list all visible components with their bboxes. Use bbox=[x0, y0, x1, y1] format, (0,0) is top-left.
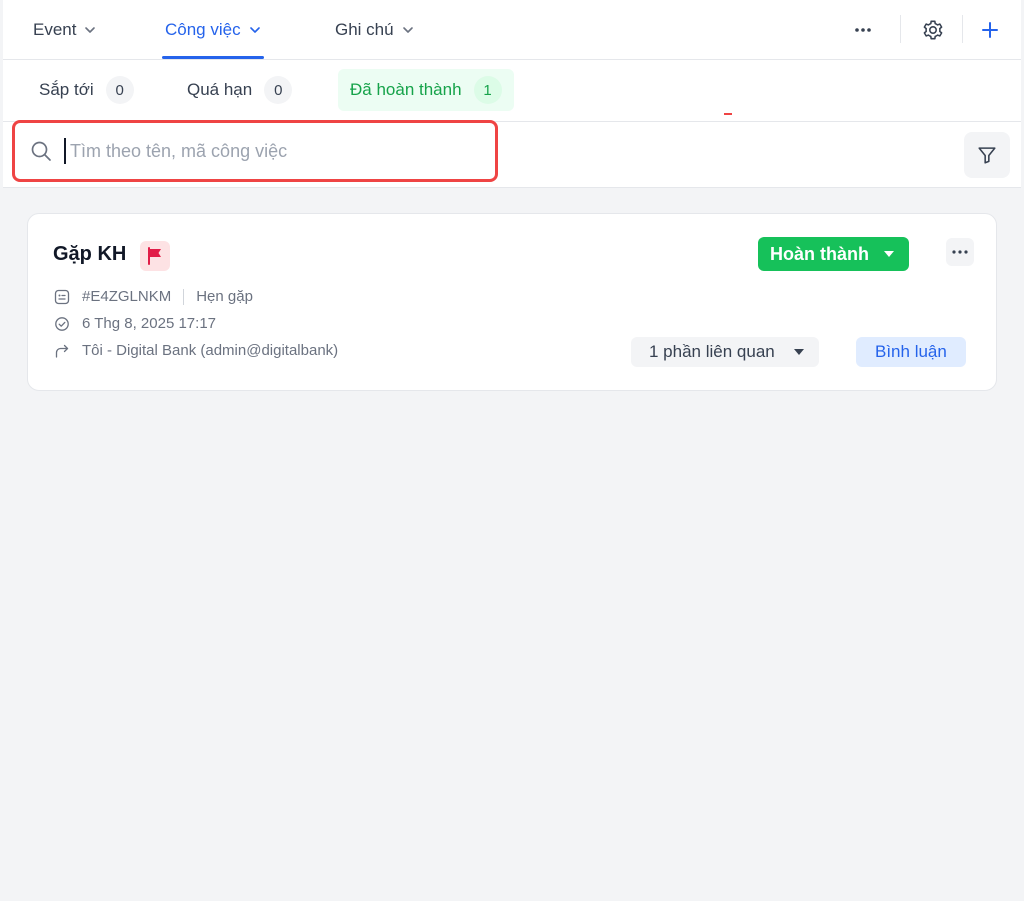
filter-label: Quá hạn bbox=[187, 80, 253, 99]
plus-icon bbox=[982, 22, 998, 38]
status-label: Hoàn thành bbox=[770, 243, 869, 264]
status-filter-bar: Sắp tới 0 Quá hạn 0 Đã hoàn thành 1 bbox=[3, 60, 1021, 122]
flag-icon bbox=[148, 247, 161, 265]
filter-label: Đã hoàn thành bbox=[350, 80, 462, 99]
task-code: #E4ZGLNKM bbox=[82, 288, 172, 305]
chevron-down-icon bbox=[84, 24, 96, 36]
divider bbox=[962, 15, 963, 43]
caret-down-icon bbox=[884, 251, 894, 257]
filter-upcoming[interactable]: Sắp tới 0 bbox=[27, 69, 146, 111]
red-mark bbox=[724, 113, 732, 115]
task-more-button[interactable] bbox=[946, 238, 974, 266]
filter-label: Sắp tới bbox=[39, 80, 94, 99]
search-row bbox=[3, 120, 1021, 188]
add-button[interactable] bbox=[974, 14, 1006, 46]
task-title[interactable]: Gặp KH bbox=[53, 243, 126, 266]
more-options-button[interactable] bbox=[847, 14, 879, 46]
task-type: Hẹn gặp bbox=[196, 288, 253, 305]
settings-button[interactable] bbox=[917, 14, 949, 46]
divider bbox=[183, 288, 185, 305]
gear-icon bbox=[923, 20, 943, 40]
forward-arrow-icon bbox=[54, 343, 70, 359]
tab-cong-viec[interactable]: Công việc bbox=[162, 0, 264, 59]
check-circle-icon bbox=[54, 316, 70, 332]
tab-label: Event bbox=[33, 19, 77, 39]
more-horizontal-icon bbox=[952, 250, 968, 254]
tab-label: Ghi chú bbox=[335, 19, 394, 39]
task-assignee-row: Tôi - Digital Bank (admin@digitalbank) bbox=[54, 342, 338, 359]
search-input[interactable] bbox=[64, 138, 470, 164]
tab-ghi-chu[interactable]: Ghi chú bbox=[335, 0, 414, 59]
search-icon bbox=[30, 140, 52, 162]
related-items-dropdown[interactable]: 1 phần liên quan bbox=[631, 337, 819, 367]
tab-event[interactable]: Event bbox=[33, 0, 96, 59]
filter-button[interactable] bbox=[964, 132, 1010, 178]
id-card-icon bbox=[54, 289, 70, 305]
task-code-row: #E4ZGLNKM Hẹn gặp bbox=[54, 288, 253, 305]
task-card[interactable]: Gặp KH Hoàn thành #E4ZGLNKM Hẹn gặp 6 Th… bbox=[27, 213, 997, 391]
filter-funnel-icon bbox=[978, 147, 996, 164]
status-dropdown[interactable]: Hoàn thành bbox=[758, 237, 909, 271]
filter-overdue[interactable]: Quá hạn 0 bbox=[175, 69, 304, 111]
top-tab-bar: Event Công việc Ghi chú bbox=[3, 0, 1021, 60]
tab-label: Công việc bbox=[165, 19, 241, 39]
search-box[interactable] bbox=[12, 120, 498, 182]
task-panel: Event Công việc Ghi chú Sắp tới 0 Quá hạ… bbox=[3, 0, 1021, 901]
task-assignee: Tôi - Digital Bank (admin@digitalbank) bbox=[82, 342, 339, 359]
priority-flag[interactable] bbox=[140, 241, 170, 271]
task-date-row: 6 Thg 8, 2025 17:17 bbox=[54, 315, 216, 332]
more-horizontal-icon bbox=[855, 28, 871, 32]
filter-completed[interactable]: Đã hoàn thành 1 bbox=[338, 69, 514, 111]
divider bbox=[900, 15, 901, 43]
comment-button[interactable]: Bình luận bbox=[856, 337, 966, 367]
count-badge: 0 bbox=[264, 76, 293, 104]
chevron-down-icon bbox=[249, 24, 261, 36]
task-datetime: 6 Thg 8, 2025 17:17 bbox=[82, 315, 217, 332]
count-badge: 1 bbox=[473, 76, 502, 104]
caret-down-icon bbox=[793, 349, 804, 355]
count-badge: 0 bbox=[105, 76, 134, 104]
related-label: 1 phần liên quan bbox=[649, 342, 775, 361]
chevron-down-icon bbox=[402, 24, 414, 36]
